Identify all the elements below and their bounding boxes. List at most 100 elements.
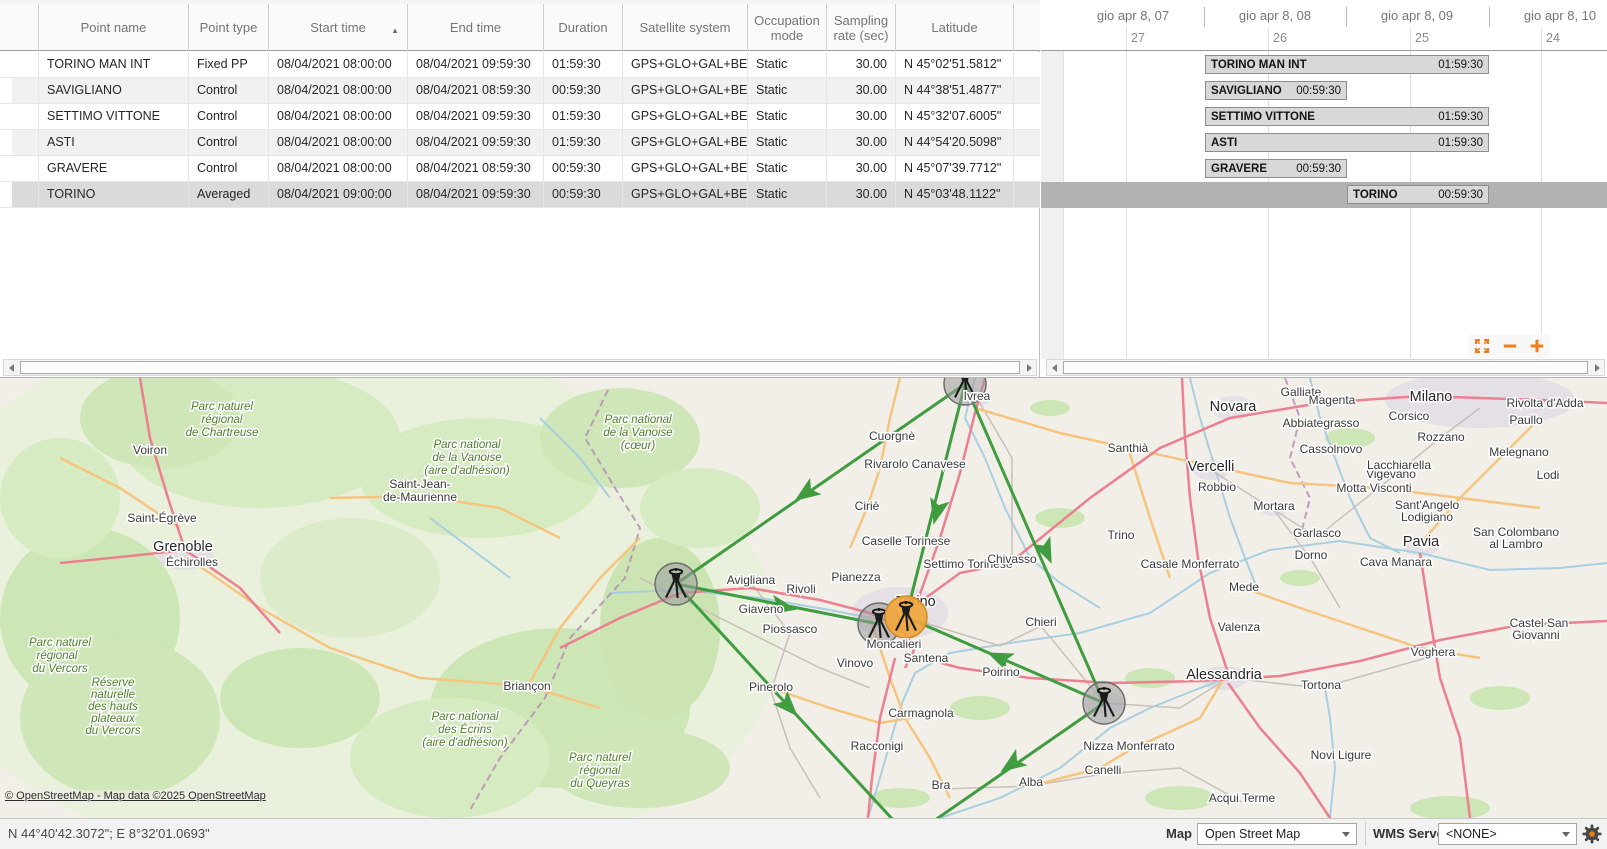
column-header-latitude[interactable]: Latitude xyxy=(895,4,1013,51)
column-header-point_name[interactable]: Point name xyxy=(38,4,188,51)
gantt-zoom-out-button[interactable] xyxy=(1502,338,1518,354)
table-row-torino[interactable]: TORINOAveraged08/04/2021 09:00:0008/04/2… xyxy=(0,182,1040,208)
gantt-sub-header: 27 xyxy=(1131,29,1145,48)
map-label: Cuorgnè xyxy=(869,429,915,443)
map-canvas[interactable]: Torino GrenobleNovaraMilanoVercelliAless… xyxy=(0,378,1607,818)
map-label: de Chartreuse xyxy=(186,427,259,439)
station-marker-asti[interactable] xyxy=(1083,682,1125,724)
scroll-left-button[interactable] xyxy=(4,361,18,374)
cell-latitude: N 45°07'39.7712" xyxy=(895,156,1013,182)
scroll-left-button[interactable] xyxy=(1047,361,1061,374)
gantt-sub-header: 25 xyxy=(1415,29,1429,48)
column-header-point_type[interactable]: Point type xyxy=(188,4,268,51)
cell-indicator xyxy=(0,104,38,130)
cell-indicator xyxy=(1013,156,1040,182)
table-row-torino-man-int[interactable]: TORINO MAN INTFixed PP08/04/2021 08:00:0… xyxy=(0,52,1040,78)
cell-point_name: SAVIGLIANO xyxy=(38,78,188,104)
map-label: Paullo xyxy=(1509,413,1543,427)
gantt-bar-savigliano[interactable]: SAVIGLIANO00:59:30 xyxy=(1205,81,1347,100)
gantt-header-tick xyxy=(1346,7,1347,27)
scrollbar-thumb[interactable] xyxy=(1063,361,1588,374)
table-row-asti[interactable]: ASTIControl08/04/2021 08:00:0008/04/2021… xyxy=(0,130,1040,156)
map-label: Parc national xyxy=(433,439,501,451)
map-label: Ivrea xyxy=(964,389,991,403)
map-label: Alba xyxy=(1019,775,1043,789)
map-label: Vercelli xyxy=(1188,459,1235,475)
map-select-value: Open Street Map xyxy=(1205,827,1300,841)
map-label: Poirino xyxy=(982,665,1020,679)
wms-select-value: <NONE> xyxy=(1446,827,1497,841)
map-label: régional xyxy=(37,650,78,662)
map-label: Santhià xyxy=(1108,441,1149,455)
station-marker-torino[interactable] xyxy=(885,596,927,638)
map-label: du Vercors xyxy=(32,663,87,675)
gantt-bar-settimo-vittone[interactable]: SETTIMO VITTONE01:59:30 xyxy=(1205,107,1489,126)
map-view[interactable]: Torino GrenobleNovaraMilanoVercelliAless… xyxy=(0,377,1607,818)
cell-start_time: 08/04/2021 08:00:00 xyxy=(268,52,407,78)
scroll-right-button[interactable] xyxy=(1022,361,1036,374)
map-select[interactable]: Open Street Map xyxy=(1197,823,1357,845)
cell-point_type: Control xyxy=(188,78,268,104)
cell-indicator xyxy=(1013,104,1040,130)
station-marker-gravere[interactable] xyxy=(655,563,697,605)
map-label: Parc naturel xyxy=(191,401,253,413)
status-bar: N 44°40'42.3072"; E 8°32'01.0693" Map Op… xyxy=(0,818,1607,849)
map-label: Mortara xyxy=(1253,499,1295,513)
gantt-bar-torino[interactable]: TORINO00:59:30 xyxy=(1347,185,1489,204)
cell-latitude: N 44°38'51.4877" xyxy=(895,78,1013,104)
column-header-duration[interactable]: Duration xyxy=(543,4,622,51)
cell-indicator xyxy=(1013,182,1040,208)
map-label: naturelle xyxy=(91,689,135,701)
cell-start_time: 08/04/2021 08:00:00 xyxy=(268,130,407,156)
table-row-gravere[interactable]: GRAVEREControl08/04/2021 08:00:0008/04/2… xyxy=(0,156,1040,182)
cell-satellite_system: GPS+GLO+GAL+BEI xyxy=(622,78,747,104)
map-label: du Queyras xyxy=(570,778,630,790)
column-header-sampling_rate[interactable]: Sampling rate (sec) xyxy=(826,4,895,51)
column-header-start_time[interactable]: Start time▲ xyxy=(268,4,407,51)
cell-latitude: N 45°03'48.1122" xyxy=(895,182,1013,208)
gantt-fit-button[interactable] xyxy=(1473,337,1491,355)
map-label: Voghera xyxy=(1411,645,1456,659)
map-label: Dorno xyxy=(1295,548,1328,562)
cell-indicator xyxy=(0,130,38,156)
gantt-bar-gravere[interactable]: GRAVERE00:59:30 xyxy=(1205,159,1347,178)
cell-satellite_system: GPS+GLO+GAL+BEI xyxy=(622,130,747,156)
osm-attribution-link[interactable]: © OpenStreetMap - Map data ©2025 OpenStr… xyxy=(5,790,266,802)
table-row-savigliano[interactable]: SAVIGLIANOControl08/04/2021 08:00:0008/0… xyxy=(0,78,1040,104)
map-label: Pavia xyxy=(1403,534,1440,550)
map-label: Novi Ligure xyxy=(1311,748,1372,762)
scrollbar-thumb[interactable] xyxy=(20,361,1020,374)
gantt-horizontal-scrollbar[interactable] xyxy=(1046,359,1605,376)
map-label: de la Vanoise xyxy=(432,452,501,464)
cell-end_time: 08/04/2021 09:59:30 xyxy=(407,104,543,130)
gantt-zoom-in-button[interactable] xyxy=(1529,338,1545,354)
map-label: Caselle Torinese xyxy=(862,534,951,548)
column-header-occupation_mode[interactable]: Occupation mode xyxy=(747,4,826,51)
column-header-satellite_system[interactable]: Satellite system xyxy=(622,4,747,51)
map-label: Moncalieri xyxy=(867,637,922,651)
map-label: Giaveno xyxy=(739,602,784,616)
map-select-label: Map xyxy=(1166,819,1192,849)
column-header-end_time[interactable]: End time xyxy=(407,4,543,51)
table-row-settimo-vittone[interactable]: SETTIMO VITTONEControl08/04/2021 08:00:0… xyxy=(0,104,1040,130)
map-label: Parc naturel xyxy=(569,752,631,764)
wms-server-select[interactable]: <NONE> xyxy=(1438,823,1577,845)
map-label: Cassolnovo xyxy=(1300,442,1363,456)
cell-duration: 01:59:30 xyxy=(543,52,622,78)
cell-start_time: 08/04/2021 08:00:00 xyxy=(268,78,407,104)
map-label: Casale Monferrato xyxy=(1141,557,1240,571)
cell-end_time: 08/04/2021 09:59:30 xyxy=(407,130,543,156)
scroll-right-button[interactable] xyxy=(1590,361,1604,374)
cell-end_time: 08/04/2021 08:59:30 xyxy=(407,78,543,104)
map-settings-gear-icon[interactable] xyxy=(1582,824,1602,844)
gantt-bar-torino-man-int[interactable]: TORINO MAN INT01:59:30 xyxy=(1205,55,1489,74)
map-label: Grenoble xyxy=(153,539,213,555)
table-horizontal-scrollbar[interactable] xyxy=(3,359,1037,376)
map-label: Corsico xyxy=(1389,409,1430,423)
map-label: Ciriè xyxy=(855,499,880,513)
gantt-header-divider xyxy=(1041,50,1607,51)
map-label: Milano xyxy=(1410,389,1453,405)
cell-occupation_mode: Static xyxy=(747,156,826,182)
cell-sampling_rate: 30.00 xyxy=(826,182,895,208)
gantt-bar-asti[interactable]: ASTI01:59:30 xyxy=(1205,133,1489,152)
